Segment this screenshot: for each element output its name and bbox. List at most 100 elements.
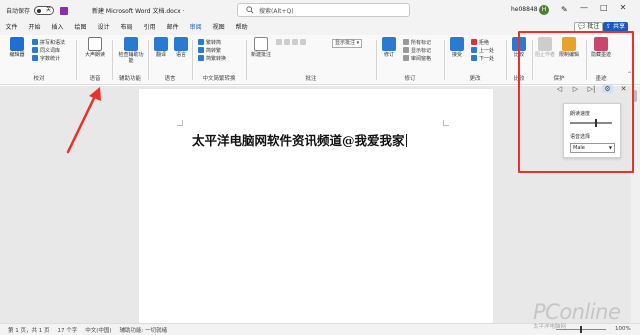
group-label-proofing: 校对	[33, 76, 45, 82]
zoom-level[interactable]: 100%	[615, 326, 631, 332]
divider	[112, 40, 113, 80]
wordcount-button[interactable]: 字数统计	[32, 55, 60, 63]
comments-button[interactable]: 💬 批注	[574, 22, 604, 32]
previous-change-button[interactable]: 上一处	[471, 47, 494, 55]
simp-to-trad-button[interactable]: 简转繁	[198, 47, 221, 55]
divider	[246, 40, 247, 80]
thesaurus-icon	[32, 47, 38, 53]
trad-to-simp-button[interactable]: 繁转简	[198, 39, 221, 47]
tab-4[interactable]: 设计	[92, 21, 115, 35]
divider	[506, 40, 507, 80]
voice-select[interactable]: Male ▼	[570, 143, 615, 153]
editor-label: 编辑器	[9, 52, 25, 58]
track-changes-button[interactable]: 修订	[378, 37, 400, 58]
autosave-toggle[interactable]: 关	[34, 6, 55, 15]
accept-icon	[450, 37, 464, 51]
word-count[interactable]: 17 个字	[58, 326, 78, 334]
reject-label: 拒绝	[479, 40, 490, 46]
search-box[interactable]: 搜索(Alt+Q)	[237, 3, 410, 17]
document-text[interactable]: 太平洋电脑网软件资讯频道@我爱我家	[192, 130, 407, 149]
settings-icon[interactable]: ⚙	[602, 85, 613, 93]
show-comments-dropdown[interactable]: 显示批注 ▾	[332, 39, 363, 48]
document-page[interactable]: 太平洋电脑网软件资讯频道@我爱我家	[139, 89, 493, 325]
comment-icon	[300, 39, 306, 45]
group-chinese-conversion: 繁转简 简转繁 简繁转换 中文简繁转换	[194, 36, 244, 84]
compare-label: 比较	[513, 52, 524, 58]
all-markup-select[interactable]: 所有标记	[403, 39, 431, 47]
share-button[interactable]: ⇪ 共享	[603, 22, 628, 32]
tab-7[interactable]: 邮件	[161, 21, 184, 35]
speed-slider[interactable]	[570, 119, 612, 127]
read-aloud-toolbar: ◁ ▷ ▷| ⚙ ✕	[521, 82, 631, 96]
new-comment-button[interactable]: 新建批注	[250, 37, 272, 58]
vertical-scrollbar[interactable]	[631, 86, 640, 323]
accessibility-status[interactable]: 辅助功能: 一切就绪	[120, 326, 168, 334]
person-icon	[538, 37, 552, 51]
tab-6[interactable]: 引用	[138, 21, 161, 35]
markup-icon	[403, 39, 409, 45]
review-pane-button[interactable]: 审阅窗格	[403, 55, 431, 63]
spelling-button[interactable]: 拼写和语法	[32, 39, 65, 47]
close-button[interactable]: ✕	[620, 3, 627, 12]
check-accessibility-button[interactable]: 检查辅助功能	[118, 37, 144, 64]
comment-icon	[254, 37, 268, 51]
tab-0[interactable]: 文件	[0, 21, 23, 35]
tab-8[interactable]: 审阅	[184, 21, 208, 36]
next-change-label: 下一处	[479, 56, 495, 62]
search-placeholder: 搜索(Alt+Q)	[259, 7, 294, 15]
next-change-button[interactable]: 下一处	[471, 55, 494, 63]
block-authors-button[interactable]: 阻止作者	[534, 37, 556, 58]
tab-1[interactable]: 开始	[23, 21, 46, 35]
new-comment-label: 新建批注	[250, 52, 271, 58]
hide-ink-button[interactable]: 隐藏墨迹	[590, 37, 612, 58]
pen-icon[interactable]: ✎	[561, 5, 568, 14]
scrollbar-thumb[interactable]	[633, 90, 637, 102]
user-name[interactable]: he08848	[511, 6, 538, 13]
text-cursor	[405, 134, 407, 147]
tab-3[interactable]: 绘图	[69, 21, 92, 35]
maximize-button[interactable]: □	[600, 3, 608, 12]
accept-label: 接受	[451, 52, 462, 58]
group-label-changes: 更改	[469, 76, 481, 82]
language-status[interactable]: 中文(中国)	[85, 326, 111, 334]
translate-label: 翻译	[155, 52, 166, 58]
page-count[interactable]: 第 1 页，共 1 页	[8, 326, 50, 334]
divider	[444, 40, 445, 80]
show-markup-label: 显示标记	[411, 48, 432, 54]
accept-button[interactable]: 接受	[446, 37, 468, 58]
group-protect: 阻止作者 限制编辑 保护	[534, 36, 584, 84]
language-button[interactable]: 语言	[170, 37, 192, 58]
tab-5[interactable]: 布局	[115, 21, 138, 35]
translate-button[interactable]: 翻译	[150, 37, 172, 58]
review-pane-label: 审阅窗格	[411, 56, 432, 62]
group-accessibility: 检查辅助功能 辅助功能	[114, 36, 146, 84]
next-icon	[471, 55, 477, 61]
play-icon[interactable]: ▷	[570, 85, 581, 93]
group-language: 翻译 语言 语言	[150, 36, 190, 84]
chevron-down-icon: ▼	[608, 145, 612, 150]
previous-paragraph-icon[interactable]: ◁	[554, 85, 565, 93]
slider-thumb[interactable]	[595, 119, 598, 127]
editor-button[interactable]: 编辑器	[6, 37, 28, 58]
next-paragraph-icon[interactable]: ▷|	[586, 85, 597, 93]
read-aloud-button[interactable]: 大声朗读	[84, 37, 106, 58]
thesaurus-button[interactable]: 同义词库	[32, 47, 60, 55]
tab-9[interactable]: 视图	[207, 21, 230, 35]
show-markup-button[interactable]: 显示标记	[403, 47, 431, 55]
all-markup-label: 所有标记	[411, 40, 432, 46]
autosave-label: 自动保存	[6, 8, 31, 15]
conversion-button[interactable]: 简繁转换	[198, 55, 226, 63]
avatar[interactable]: H	[539, 5, 549, 15]
save-icon[interactable]	[60, 6, 69, 15]
close-icon[interactable]: ✕	[618, 85, 629, 93]
restrict-editing-button[interactable]: 限制编辑	[558, 37, 580, 58]
reject-button[interactable]: 拒绝	[471, 39, 489, 47]
collapse-ribbon-icon[interactable]: ⌃	[627, 71, 632, 78]
group-ink: 隐藏墨迹 墨迹	[588, 36, 614, 84]
compare-button[interactable]: 比较	[508, 37, 530, 58]
minimize-button[interactable]: —	[580, 3, 588, 12]
annotation-arrow	[66, 87, 101, 154]
tab-2[interactable]: 插入	[46, 21, 69, 35]
accessibility-icon	[124, 37, 138, 51]
tab-10[interactable]: 帮助	[230, 21, 253, 35]
